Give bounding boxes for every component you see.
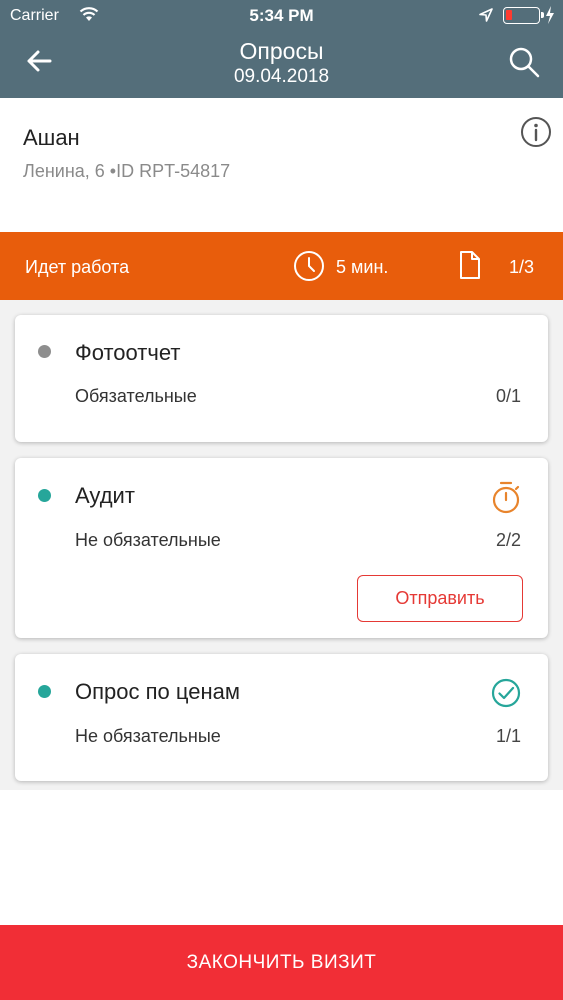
survey-title: Опрос по ценам (75, 679, 240, 704)
document-icon (460, 251, 480, 279)
stopwatch-icon (492, 481, 520, 514)
store-name: Ашан (23, 125, 80, 150)
status-bar: Carrier 5:34 PM (0, 0, 563, 32)
page-counter: 1/3 (509, 257, 535, 277)
search-icon[interactable] (506, 44, 542, 80)
battery-icon (503, 7, 544, 24)
survey-title: Аудит (75, 483, 135, 508)
charging-bolt-icon (546, 6, 554, 24)
survey-requirement: Обязательные (75, 386, 197, 406)
finish-visit-button[interactable]: ЗАКОНЧИТЬ ВИЗИТ (0, 925, 563, 1000)
status-dot (38, 489, 51, 502)
location-arrow-icon (479, 8, 493, 22)
page-title: Опросы (239, 38, 324, 64)
clock-icon (294, 251, 324, 281)
survey-progress: 1/1 (495, 726, 521, 746)
store-info: Ашан Ленина, 6 •ID RPT-54817 (0, 98, 563, 232)
page-date: 09.04.2018 (233, 66, 330, 87)
survey-title: Фотоотчет (75, 340, 181, 365)
check-circle-icon (491, 678, 521, 708)
survey-card-audit[interactable]: Аудит Не обязательные 2/2 Отправить (15, 458, 548, 638)
survey-progress: 0/1 (495, 386, 521, 406)
work-status-bar: Идет работа 5 мин. 1/3 (0, 232, 563, 300)
survey-progress: 2/2 (495, 530, 521, 550)
store-address: Ленина, 6 •ID RPT-54817 (23, 161, 231, 181)
elapsed-time: 5 мин. (336, 257, 389, 277)
status-dot (38, 685, 51, 698)
app-header: Опросы 09.04.2018 (0, 32, 563, 98)
survey-requirement: Не обязательные (75, 530, 221, 550)
info-icon[interactable] (520, 116, 552, 148)
send-button[interactable]: Отправить (357, 575, 523, 622)
status-dot (38, 345, 51, 358)
survey-card-photo-report[interactable]: Фотоотчет Обязательные 0/1 (15, 315, 548, 442)
work-status-label: Идет работа (25, 257, 130, 277)
survey-card-price-survey[interactable]: Опрос по ценам Не обязательные 1/1 (15, 654, 548, 781)
survey-requirement: Не обязательные (75, 726, 221, 746)
